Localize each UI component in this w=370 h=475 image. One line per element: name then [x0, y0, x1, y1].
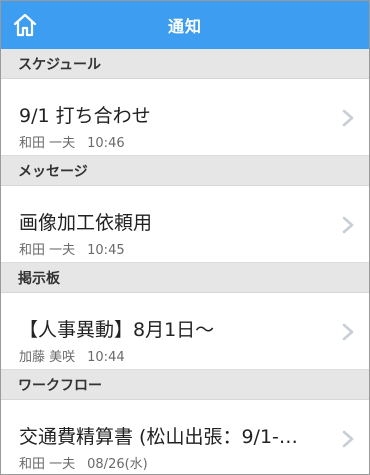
- item-author: 和田 一夫: [19, 243, 76, 258]
- page-title: 通知: [167, 17, 202, 36]
- item-meta: 和田 一夫 10:45: [19, 239, 125, 258]
- chevron-right-icon: [342, 323, 354, 341]
- item-time: 10:46: [87, 136, 125, 151]
- item-time: 10:44: [87, 350, 125, 365]
- item-meta: 和田 一夫 10:46: [19, 132, 125, 151]
- home-icon: [13, 13, 37, 37]
- item-time: 08/26(水): [87, 457, 148, 472]
- screen: 通知 スケジュール 9/1 打ち合わせ 和田 一夫 10:46 メッセージ 画像加…: [0, 0, 370, 475]
- item-title: 交通費精算書 (松山出張：9/1-…: [19, 426, 298, 448]
- chevron-right-icon: [342, 430, 354, 448]
- item-title: 画像加工依頼用: [19, 212, 153, 234]
- chevron-right-icon: [342, 216, 354, 234]
- item-author: 加藤 美咲: [19, 350, 76, 365]
- item-title: 【人事異動】8月1日～: [19, 319, 215, 341]
- item-author: 和田 一夫: [19, 136, 76, 151]
- app-header: 通知: [1, 1, 369, 49]
- item-author: 和田 一夫: [19, 457, 76, 472]
- home-button[interactable]: [9, 9, 41, 41]
- section-header-workflow: ワークフロー: [1, 370, 369, 400]
- chevron-right-icon: [342, 109, 354, 127]
- section-header-schedule: スケジュール: [1, 49, 369, 79]
- item-time: 10:45: [87, 243, 125, 258]
- item-title: 9/1 打ち合わせ: [19, 105, 151, 127]
- item-meta: 加藤 美咲 10:44: [19, 346, 125, 365]
- list-item-workflow[interactable]: 交通費精算書 (松山出張：9/1-… 和田 一夫 08/26(水): [1, 400, 369, 474]
- section-header-message: メッセージ: [1, 156, 369, 186]
- list-item-schedule[interactable]: 9/1 打ち合わせ 和田 一夫 10:46: [1, 79, 369, 156]
- list-item-bulletin[interactable]: 【人事異動】8月1日～ 加藤 美咲 10:44: [1, 293, 369, 370]
- section-header-bulletin: 掲示板: [1, 263, 369, 293]
- item-meta: 和田 一夫 08/26(水): [19, 453, 148, 472]
- list-item-message[interactable]: 画像加工依頼用 和田 一夫 10:45: [1, 186, 369, 263]
